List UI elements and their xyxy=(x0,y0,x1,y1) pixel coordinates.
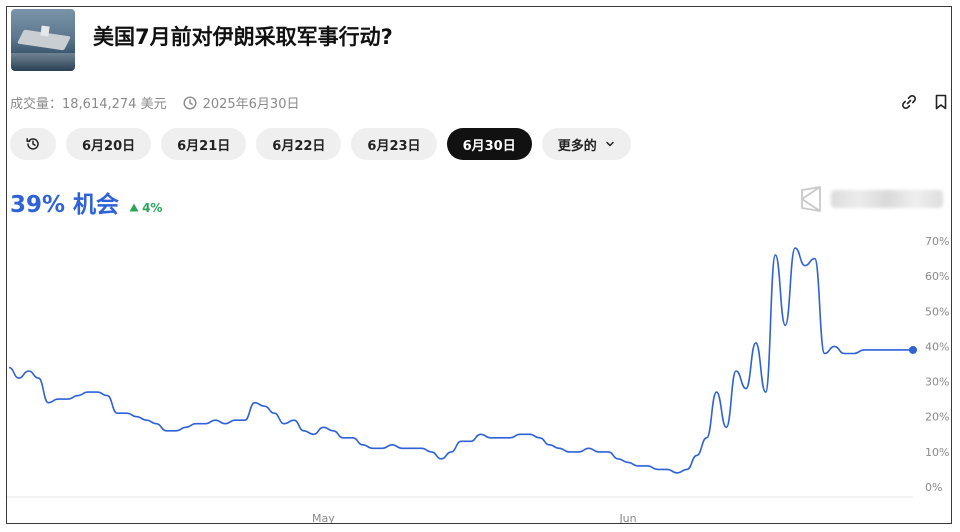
y-tick-label: 60% xyxy=(925,270,949,283)
market-thumbnail xyxy=(11,9,75,71)
brand-logo-icon xyxy=(801,186,821,212)
y-tick-label: 40% xyxy=(925,340,949,353)
market-title: 美国7月前对伊朗采取军事行动? xyxy=(93,25,393,49)
probability-headline: 39% 机会 4% xyxy=(10,185,162,219)
history-button[interactable] xyxy=(10,128,56,160)
y-tick-label: 0% xyxy=(925,481,942,494)
probability-chart: 0% 10% 20% 30% 40% 50% 60% 70% May Jun xyxy=(7,235,949,524)
y-tick-label: 30% xyxy=(925,376,949,389)
current-value-dot xyxy=(909,345,917,354)
y-tick-label: 50% xyxy=(925,305,949,318)
tab-jun-20[interactable]: 6月20日 xyxy=(66,128,152,160)
brand-name-blurred xyxy=(831,190,943,208)
more-dates-label: 更多的 xyxy=(557,138,597,154)
probability-value: 39% 机会 xyxy=(10,192,120,218)
bookmark-icon[interactable] xyxy=(932,93,950,111)
tab-jun-21[interactable]: 6月21日 xyxy=(161,128,247,160)
tab-jun-30[interactable]: 6月30日 xyxy=(446,128,532,160)
volume-text: 成交量：18,614,274 美元 xyxy=(10,97,167,112)
tab-jun-22[interactable]: 6月22日 xyxy=(256,128,342,160)
tab-jun-23[interactable]: 6月23日 xyxy=(351,128,437,160)
chevron-down-icon xyxy=(605,139,615,149)
y-tick-label: 20% xyxy=(925,411,949,424)
x-tick-label: May xyxy=(312,512,335,524)
more-dates-button[interactable]: 更多的 xyxy=(541,128,631,160)
y-tick-label: 70% xyxy=(925,235,949,248)
date-tabs: 6月20日 6月21日 6月22日 6月23日 6月30日 更多的 xyxy=(10,128,631,160)
clock-icon xyxy=(183,95,197,110)
market-meta: 成交量：18,614,274 美元 2025年6月30日 xyxy=(10,93,299,112)
market-actions xyxy=(900,93,950,111)
probability-change: 4% xyxy=(129,201,162,215)
y-tick-label: 10% xyxy=(925,446,949,459)
brand-watermark xyxy=(799,186,943,212)
history-icon xyxy=(25,136,41,152)
probability-change-value: 4% xyxy=(142,200,163,215)
x-tick-label: Jun xyxy=(618,512,636,524)
probability-line xyxy=(8,247,913,474)
link-icon[interactable] xyxy=(900,93,918,111)
triangle-up-icon xyxy=(129,203,139,212)
market-card: 美国7月前对伊朗采取军事行动? 成交量：18,614,274 美元 2025年6… xyxy=(6,6,952,524)
end-date-text: 2025年6月30日 xyxy=(202,97,300,112)
